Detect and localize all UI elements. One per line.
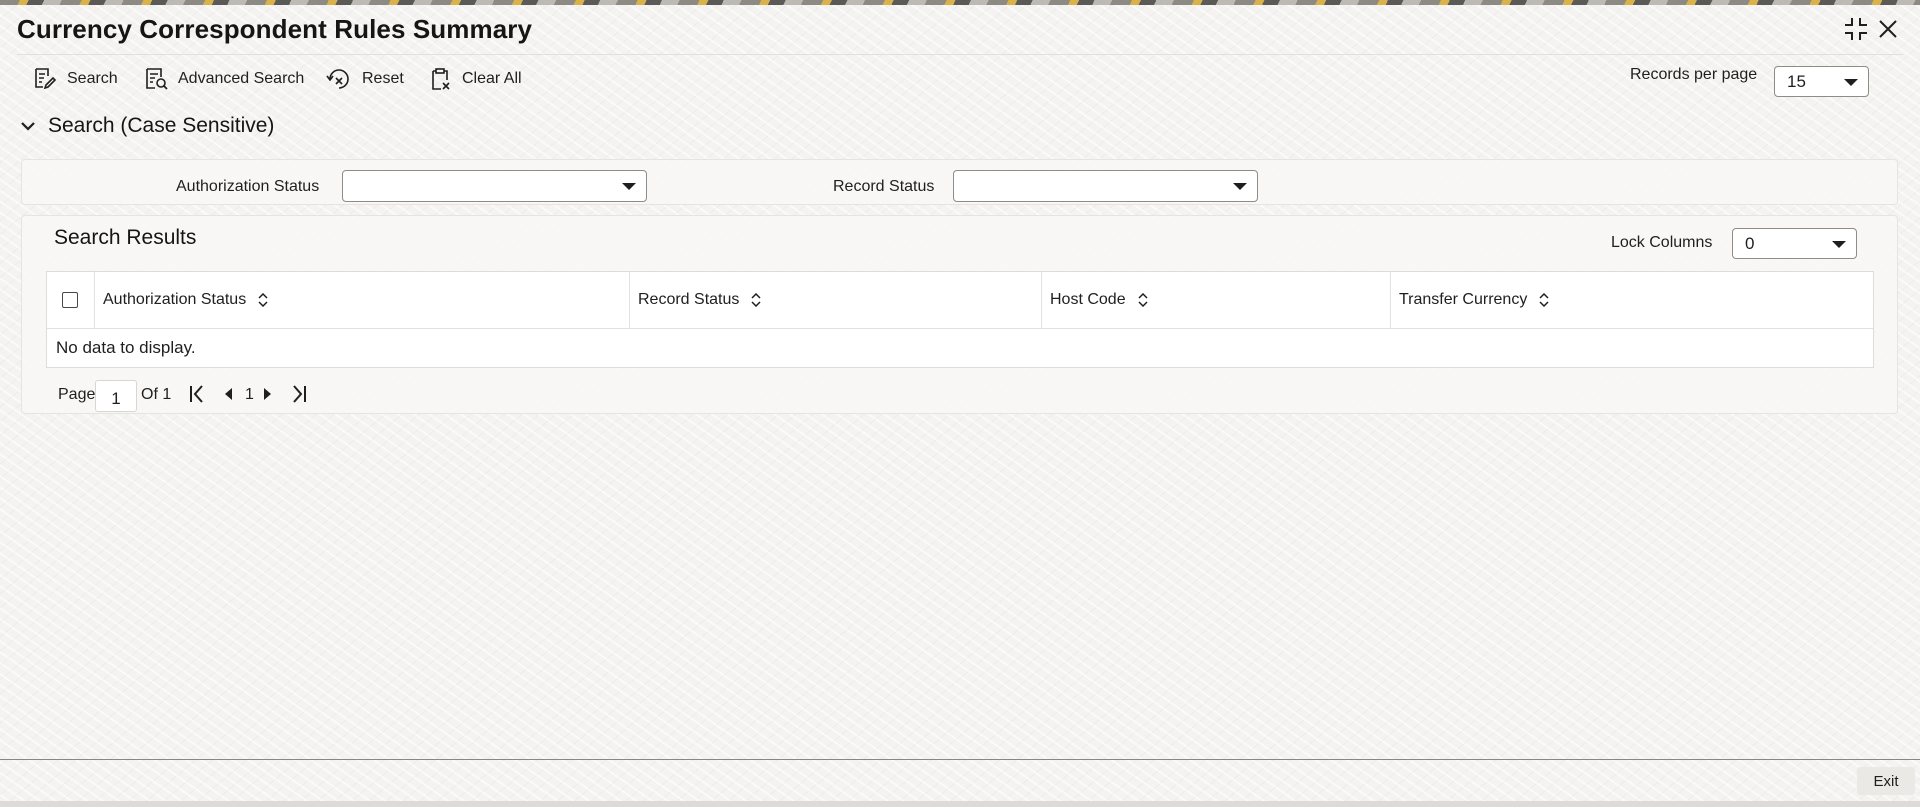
clear-all-button-label: Clear All	[462, 70, 522, 87]
current-page-indicator: 1	[245, 386, 254, 403]
page-number-input[interactable]: 1	[95, 380, 137, 412]
records-per-page-value: 15	[1787, 71, 1806, 91]
last-page-icon[interactable]	[290, 383, 308, 405]
sort-icon	[1138, 293, 1148, 307]
table-header: Authorization Status Record Status Host …	[47, 272, 1873, 329]
chevron-down-icon	[1844, 78, 1858, 86]
records-per-page-label: Records per page	[1630, 66, 1758, 83]
search-form-icon	[35, 68, 57, 90]
clipboard-clear-icon	[432, 68, 450, 90]
bottom-bar	[0, 801, 1920, 807]
records-per-page-select[interactable]: 15	[1774, 66, 1869, 97]
previous-page-icon[interactable]	[222, 383, 234, 405]
chevron-down-icon	[1233, 183, 1247, 190]
chevron-down-icon	[1832, 240, 1846, 248]
column-header-label: Record Status	[638, 291, 740, 308]
exit-button[interactable]: Exit	[1857, 767, 1915, 795]
search-button[interactable]: Search	[33, 65, 118, 93]
select-all-checkbox[interactable]	[62, 292, 78, 308]
advanced-search-button-label: Advanced Search	[178, 70, 305, 87]
exit-button-label: Exit	[1873, 772, 1899, 790]
chevron-down-icon	[21, 122, 35, 131]
column-header-transfer-currency[interactable]: Transfer Currency	[1390, 272, 1873, 328]
record-status-label: Record Status	[833, 178, 935, 195]
first-page-icon[interactable]	[188, 383, 206, 405]
close-icon	[1879, 20, 1897, 38]
maximize-button[interactable]	[1843, 16, 1869, 42]
column-header-record-status[interactable]: Record Status	[629, 272, 1042, 328]
column-header-label: Authorization Status	[103, 291, 247, 308]
lock-columns-value: 0	[1745, 233, 1755, 253]
page-number-value: 1	[111, 389, 121, 408]
sort-icon	[751, 293, 761, 307]
header-divider	[17, 54, 1903, 55]
reset-button-label: Reset	[362, 70, 404, 87]
chevron-down-icon	[622, 183, 636, 190]
sort-icon	[1539, 293, 1549, 307]
clear-all-button[interactable]: Clear All	[428, 65, 522, 93]
maximize-icon	[1845, 18, 1867, 40]
column-header-authorization-status[interactable]: Authorization Status	[94, 272, 676, 328]
reset-icon	[326, 69, 349, 89]
column-header-label: Host Code	[1050, 291, 1126, 308]
page-label: Page	[58, 386, 96, 403]
page-of-label: Of 1	[141, 386, 172, 403]
lock-columns-label: Lock Columns	[1611, 234, 1713, 251]
sort-icon	[258, 293, 268, 307]
next-page-icon[interactable]	[262, 383, 274, 405]
close-button[interactable]	[1875, 16, 1901, 42]
empty-table-message: No data to display.	[56, 338, 196, 357]
top-decorative-strip	[0, 0, 1920, 5]
lock-columns-select[interactable]: 0	[1732, 228, 1857, 259]
advanced-search-icon	[146, 68, 168, 90]
search-button-label: Search	[67, 70, 118, 87]
authorization-status-label: Authorization Status	[176, 178, 320, 195]
column-header-host-code[interactable]: Host Code	[1041, 272, 1390, 328]
advanced-search-button[interactable]: Advanced Search	[144, 65, 304, 93]
results-table: Authorization Status Record Status Host …	[46, 271, 1874, 368]
search-results-title: Search Results	[54, 226, 197, 249]
search-section-title: Search (Case Sensitive)	[48, 114, 275, 137]
column-header-label: Transfer Currency	[1399, 291, 1528, 308]
reset-button[interactable]: Reset	[326, 65, 404, 93]
authorization-status-select[interactable]	[342, 170, 647, 202]
page-title: Currency Correspondent Rules Summary	[17, 14, 533, 44]
footer-divider	[0, 759, 1920, 760]
record-status-select[interactable]	[953, 170, 1258, 202]
search-section-toggle[interactable]: Search (Case Sensitive)	[20, 114, 274, 138]
